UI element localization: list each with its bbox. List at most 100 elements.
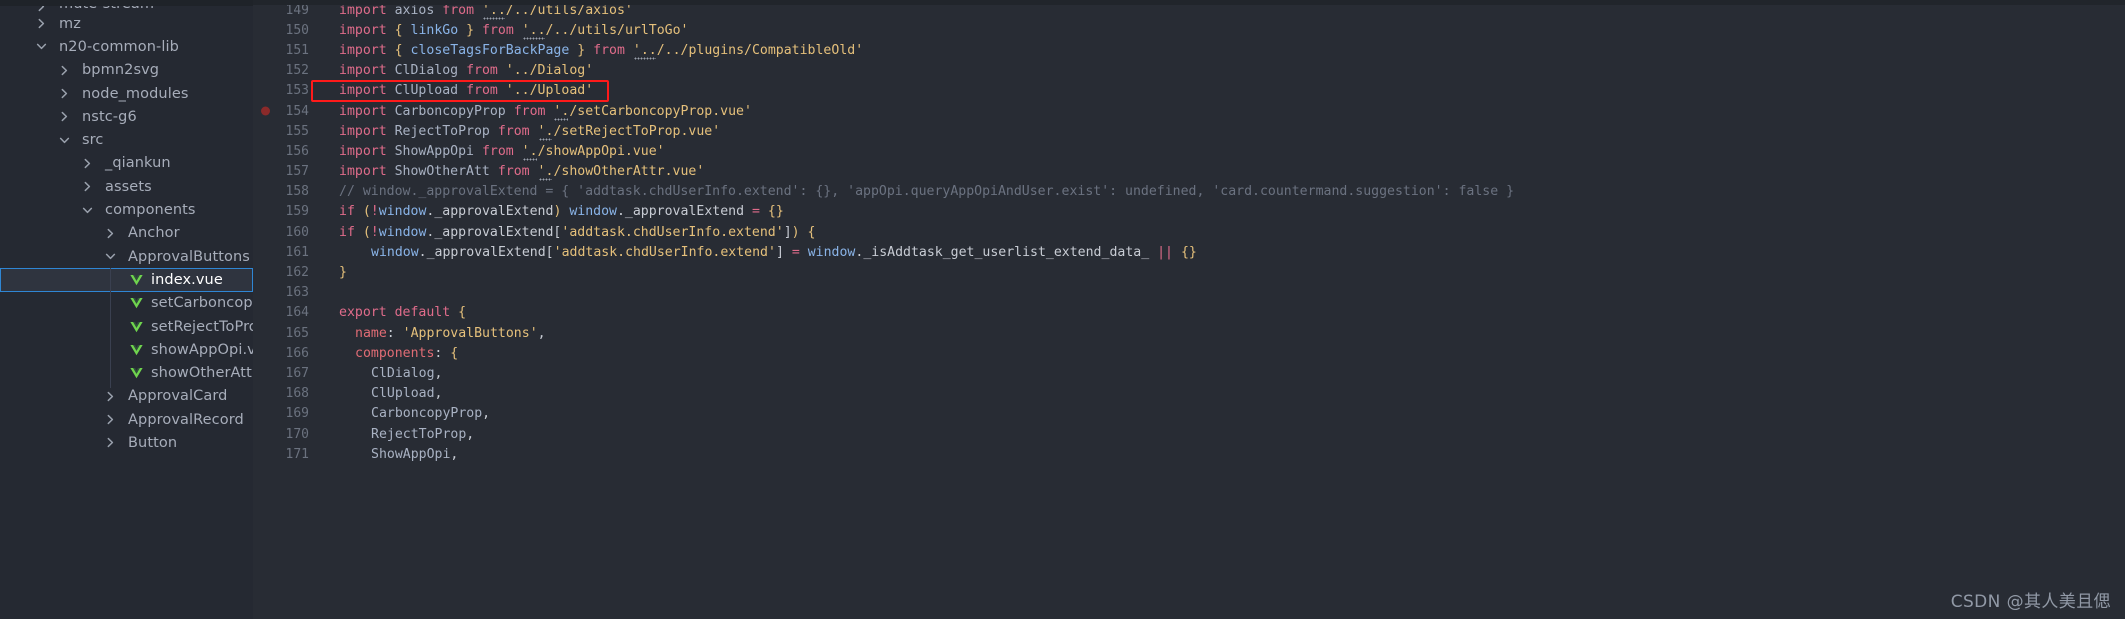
code-line[interactable]: 156 import ShowAppOpi from './showAppOpi.… [253,141,2125,161]
code-content[interactable]: 149 import axios from '../../utils/axios'… [253,0,2125,464]
line-number: 165 [285,325,309,341]
code-line[interactable]: 163 [253,283,2125,303]
code-token: import [339,22,387,38]
file-tree-item-showappopi-vue[interactable]: showAppOpi.vue [0,338,253,361]
code-line[interactable]: 150 import { linkGo } from '../../utils/u… [253,20,2125,40]
code-line[interactable]: 169 CarboncopyProp, [253,404,2125,424]
code-token: from [466,63,498,79]
code-token: '. [521,143,538,159]
chevron-right-icon[interactable] [82,181,99,192]
chevron-right-icon[interactable] [105,414,122,425]
file-tree-folder-button[interactable]: Button [0,431,253,454]
line-number: 150 [285,22,309,38]
file-tree-item-setrejecttoprop-vue[interactable]: setRejectToProp.vue [0,315,253,338]
file-tree-item-showotherattr-vue[interactable]: showOtherAttr.vue [0,361,253,384]
code-line[interactable]: 155 import RejectToProp from './setReject… [253,121,2125,141]
file-tree-item-label: ApprovalRecord [128,411,244,428]
code-editor[interactable]: 149 import axios from '../../utils/axios'… [253,0,2125,619]
code-line-text: ClDialog, [325,366,2125,381]
code-line-text: import CarboncopyProp from './setCarbonc… [325,104,2125,119]
code-line[interactable]: 154 import CarboncopyProp from './setCarb… [253,101,2125,121]
code-line[interactable]: 166 components: { [253,343,2125,363]
file-tree-folder-approvalcard[interactable]: ApprovalCard [0,385,253,408]
code-line[interactable]: 157 import ShowOtherAtt from './showOther… [253,162,2125,182]
code-line[interactable]: 165 name: 'ApprovalButtons', [253,323,2125,343]
code-token: 'ApprovalButtons' [402,325,538,341]
chevron-right-icon[interactable] [105,228,122,239]
file-explorer-sidebar[interactable]: mute-stream mz n20-common-lib bpmn2svg node_… [0,0,253,619]
code-line[interactable]: 161 window._approvalExtend['addtask.chdUs… [253,242,2125,262]
code-line[interactable]: 158 // window._approvalExtend = { 'addtas… [253,182,2125,202]
file-tree-item-label: showOtherAttr.vue [151,365,253,382]
code-line[interactable]: 168 ClUpload, [253,384,2125,404]
chevron-right-icon[interactable] [59,88,76,99]
code-token: from [593,42,625,58]
chevron-down-icon[interactable] [82,205,99,216]
code-line[interactable]: 170 RejectToProp, [253,424,2125,444]
code-token: { [458,305,467,321]
code-token: import [339,83,387,99]
code-token: export [339,305,387,321]
code-token: , [434,365,443,381]
file-tree-item-setcarboncopyprop-vue[interactable]: setCarboncopyProp.vue [0,292,253,315]
file-tree-folder-bpmn2svg[interactable]: bpmn2svg [0,59,253,82]
code-token: ) [791,224,800,240]
file-tree-item-label: mz [59,15,81,32]
code-line[interactable]: 164 export default { [253,303,2125,323]
code-token: import [339,63,387,79]
chevron-right-icon[interactable] [59,65,76,76]
tree-indent-guide [110,268,111,388]
chevron-right-icon[interactable] [59,111,76,122]
vscode-window: mute-stream mz n20-common-lib bpmn2svg node_… [0,0,2125,619]
code-line[interactable]: 160 if (!window._approvalExtend['addtask.… [253,222,2125,242]
code-line[interactable]: 171 ShowAppOpi, [253,444,2125,464]
code-line[interactable]: 152 import ClDialog from '../Dialog' [253,61,2125,81]
file-tree-folder-anchor[interactable]: Anchor [0,222,253,245]
code-token: '.. [521,22,546,38]
code-token: , [434,386,443,402]
code-token: { [394,22,403,38]
chevron-right-icon[interactable] [105,391,122,402]
breakpoint-dot-icon[interactable] [261,106,270,116]
code-token: ] [783,224,792,240]
code-token: ClDialog [394,63,459,79]
file-tree-folder-mz[interactable]: mz [0,12,253,35]
chevron-down-icon[interactable] [105,251,122,262]
file-tree-folder-src[interactable]: src [0,128,253,151]
chevron-right-icon[interactable] [105,437,122,448]
code-line[interactable]: 159 if (!window._approvalExtend) window._… [253,202,2125,222]
code-token: window [807,244,856,260]
chevron-right-icon[interactable] [82,158,99,169]
code-line[interactable]: 153 import ClUpload from '../Upload' [253,81,2125,101]
file-tree-item-index-vue[interactable]: index.vue [0,268,253,292]
file-tree-item-label: Anchor [128,225,180,242]
chevron-down-icon[interactable] [36,41,53,52]
file-tree-folder--qiankun[interactable]: _qiankun [0,152,253,175]
file-tree-folder-node-modules[interactable]: node_modules [0,82,253,105]
file-tree-folder-nstc-g6[interactable]: nstc-g6 [0,105,253,128]
file-tree-folder-approvalbuttons[interactable]: ApprovalButtons [0,245,253,268]
chevron-down-icon[interactable] [59,135,76,146]
code-line[interactable]: 162} [253,262,2125,282]
code-line[interactable]: 167 ClDialog, [253,363,2125,383]
code-line-text: import ShowAppOpi from './showAppOpi.vue… [325,144,2125,159]
chevron-right-icon[interactable] [36,18,53,29]
file-tree-folder-components[interactable]: components [0,198,253,221]
file-tree[interactable]: mute-stream mz n20-common-lib bpmn2svg node_… [0,0,253,455]
code-line-text: window._approvalExtend['addtask.chdUserI… [325,245,2125,260]
code-token: from [481,143,514,159]
code-token: window [371,244,419,260]
file-tree-folder-approvalrecord[interactable]: ApprovalRecord [0,408,253,431]
code-line[interactable]: 151 import { closeTagsForBackPage } from … [253,40,2125,60]
file-tree-folder-assets[interactable]: assets [0,175,253,198]
line-number: 164 [285,305,309,321]
file-tree-folder-n20-common-lib[interactable]: n20-common-lib [0,35,253,58]
